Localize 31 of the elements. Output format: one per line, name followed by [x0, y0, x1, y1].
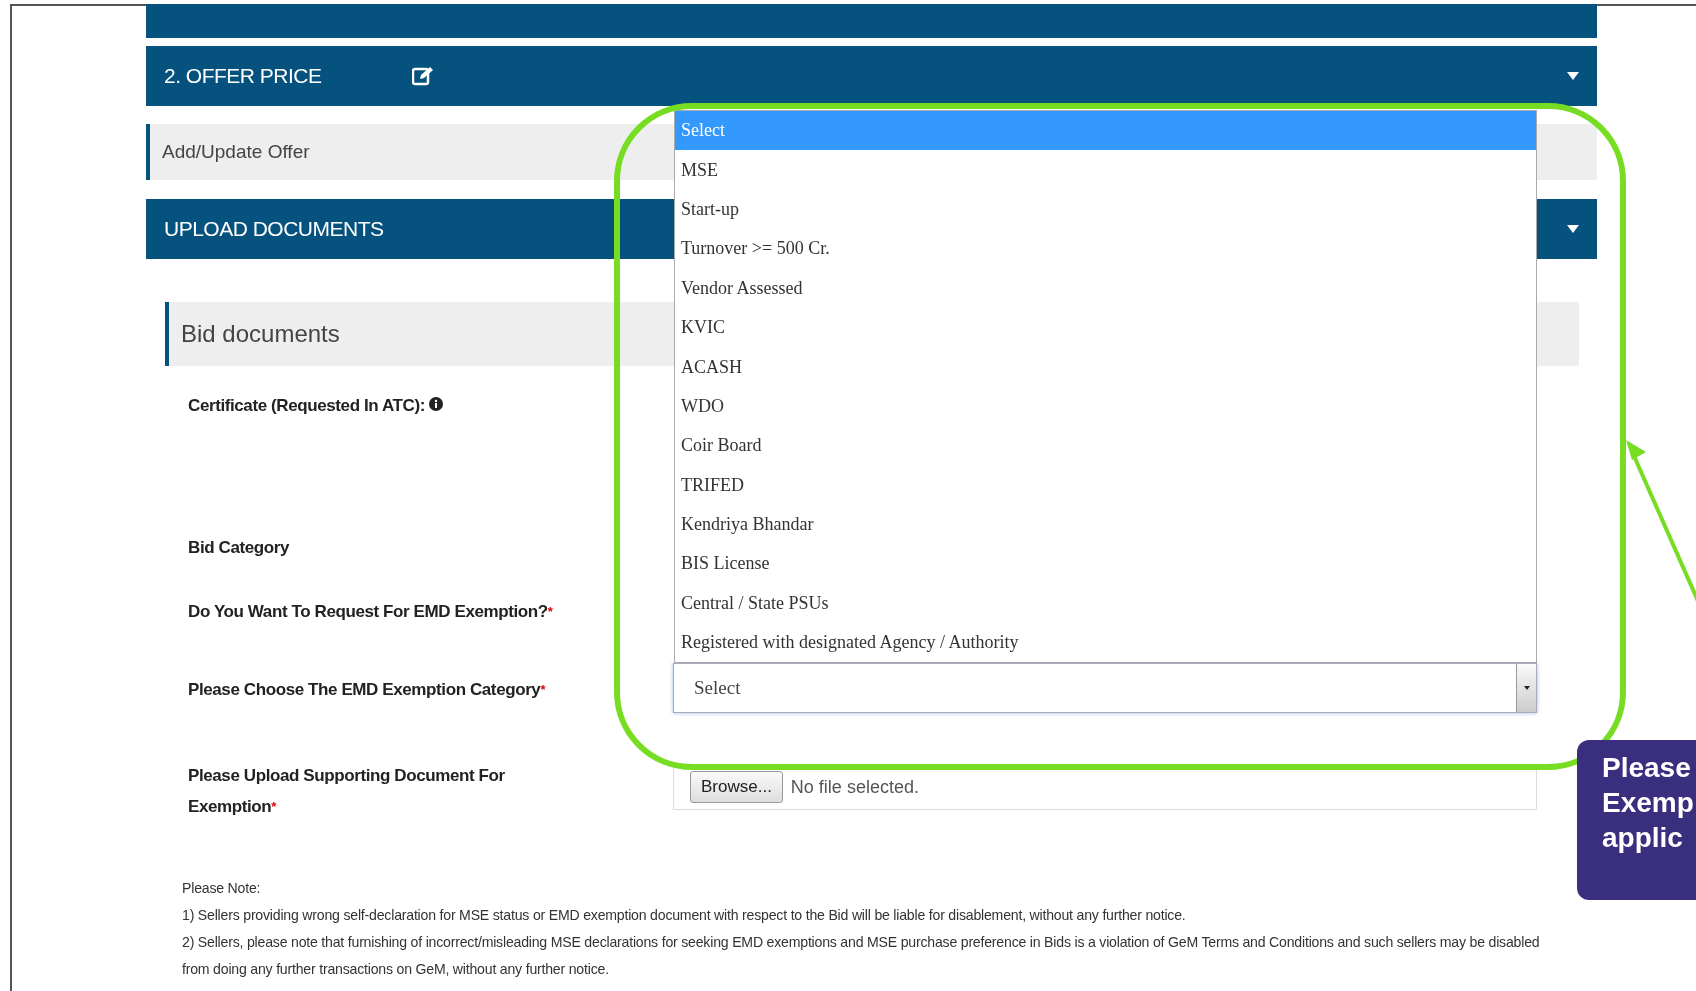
field-label: Do You Want To Request For EMD Exemption?*	[188, 601, 554, 623]
browse-button[interactable]: Browse...	[690, 771, 783, 803]
section-title: UPLOAD DOCUMENTS	[164, 216, 384, 243]
field-label: Please Choose The EMD Exemption Category*	[188, 679, 547, 701]
dropdown-option[interactable]: BIS License	[675, 544, 1536, 584]
field-label: Please Upload Supporting Document For Exemption*	[188, 765, 506, 818]
field-label: Certificate (Requested In ATC):	[188, 390, 673, 421]
note-text: 2) Sellers, please note that furnishing of incorrect/misleading MSE declarations for seeking EMD exemptions and MSE purchase preference in Bids is a violation of GeM Terms and Conditions and such sellers may be disabled from doing any further transactions on GeM, without any further notice.	[182, 933, 1541, 979]
caret-icon[interactable]	[1567, 225, 1579, 233]
callout-text: Please	[1602, 751, 1692, 785]
note-text: 1) Sellers providing wrong self-declaration for MSE status or EMD exemption document with respect to the Bid will be liable for disablement, without any further notice.	[182, 906, 1187, 925]
section-title: 2. OFFER PRICE	[164, 63, 323, 90]
dropdown-option[interactable]: MSE	[675, 150, 1536, 190]
dropdown-option[interactable]: Central / State PSUs	[675, 583, 1536, 624]
section-header[interactable]: 2. OFFER PRICE	[146, 46, 1597, 106]
caret-icon[interactable]	[1567, 72, 1579, 80]
callout-text: applic	[1602, 821, 1684, 855]
dropdown-option[interactable]: WDO	[675, 386, 1536, 427]
dropdown-option[interactable]: Registered with designated Agency / Authority	[675, 623, 1536, 663]
select-field[interactable]: Select	[673, 663, 1537, 713]
notes-heading: Please Note:	[182, 879, 262, 898]
dropdown-option[interactable]: Kendriya Bhandar	[675, 504, 1536, 545]
dropdown-option[interactable]: Coir Board	[675, 426, 1536, 466]
field-label: Bid Category	[188, 537, 290, 559]
file-status: No file selected.	[790, 775, 919, 799]
dropdown-option[interactable]: TRIFED	[675, 465, 1536, 505]
dropdown-option[interactable]: KVIC	[675, 307, 1536, 348]
dropdown-option[interactable]: Turnover >= 500 Cr.	[675, 229, 1536, 269]
edit-icon[interactable]	[412, 66, 434, 86]
dropdown-option[interactable]: Start-up	[675, 189, 1536, 230]
callout-text: Exemp	[1602, 786, 1695, 820]
